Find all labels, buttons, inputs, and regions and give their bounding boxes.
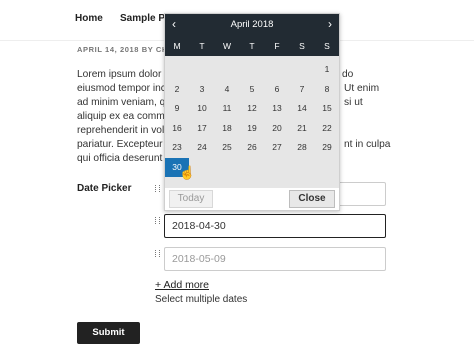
hand-cursor-icon: ☝ xyxy=(179,165,196,180)
close-button[interactable]: Close xyxy=(289,190,335,208)
calendar-day[interactable]: 23 xyxy=(165,138,189,157)
calendar-day[interactable]: 6 xyxy=(265,80,289,99)
paragraph-line: Lorem ipsum dolor xyxy=(77,69,162,80)
paragraph-line: nt in culpa xyxy=(344,139,391,150)
paragraph-line: do xyxy=(342,69,354,80)
calendar-day[interactable]: 29 xyxy=(315,138,339,157)
calendar-day[interactable]: 10 xyxy=(190,99,214,118)
calendar-day[interactable]: 15 xyxy=(315,99,339,118)
weekday-label: T xyxy=(249,41,255,51)
nav-sample-page-link[interactable]: Sample Pa xyxy=(120,13,171,24)
hint-text: Select multiple dates xyxy=(155,294,248,305)
calendar-day[interactable]: 20 xyxy=(265,119,289,138)
calendar-day[interactable]: 17 xyxy=(190,119,214,138)
calendar-day[interactable]: 12 xyxy=(240,99,264,118)
drag-handle-icon[interactable] xyxy=(155,185,160,195)
date-picker-label: Date Picker xyxy=(77,183,132,194)
weekday-header: M T W T F S S xyxy=(165,36,339,56)
weekday-label: S xyxy=(299,41,305,51)
drag-handle-icon[interactable] xyxy=(155,250,160,260)
calendar-day[interactable]: 2 xyxy=(165,80,189,99)
calendar-day[interactable]: 24 xyxy=(190,138,214,157)
post-meta: APRIL 14, 2018 BY CHI xyxy=(77,45,171,54)
weekday-label: T xyxy=(199,41,205,51)
calendar-day[interactable]: 14 xyxy=(290,99,314,118)
calendar-day[interactable]: 28 xyxy=(290,138,314,157)
paragraph-line: Ut enim xyxy=(344,83,380,94)
calendar-header: ‹ April 2018 › xyxy=(165,14,339,36)
calendar-day[interactable]: 16 xyxy=(165,119,189,138)
weekday-label: M xyxy=(173,41,181,51)
calendar-day[interactable]: 3 xyxy=(190,80,214,99)
calendar-day[interactable]: 9 xyxy=(165,99,189,118)
calendar-day[interactable]: 7 xyxy=(290,80,314,99)
paragraph-line: pariatur. Excepteur xyxy=(77,139,163,150)
drag-handle-icon[interactable] xyxy=(155,217,160,227)
calendar-day[interactable]: 5 xyxy=(240,80,264,99)
calendar-day[interactable]: 1 xyxy=(315,60,339,79)
paragraph-line: aliquip ex ea comme xyxy=(77,111,171,122)
nav-home-link[interactable]: Home xyxy=(75,13,103,24)
paragraph-line: si ut xyxy=(344,97,363,108)
add-more-link[interactable]: + Add more xyxy=(155,279,209,291)
calendar-day[interactable]: 22 xyxy=(315,119,339,138)
calendar-popup: ‹ April 2018 › M T W T F S S 1 2 3 4 5 6 7 8 9 10… xyxy=(164,13,340,211)
submit-button[interactable]: Submit xyxy=(77,322,140,344)
weekday-label: S xyxy=(324,41,330,51)
calendar-footer: Today Close xyxy=(165,188,339,210)
date-field-2[interactable]: 2018-04-30 xyxy=(164,214,386,238)
weekday-label: F xyxy=(274,41,280,51)
calendar-day[interactable]: 26 xyxy=(240,138,264,157)
calendar-day[interactable]: 19 xyxy=(240,119,264,138)
paragraph-line: qui officia deserunt xyxy=(77,153,163,164)
calendar-day[interactable]: 21 xyxy=(290,119,314,138)
date-field-3[interactable]: 2018-05-09 xyxy=(164,247,386,271)
calendar-day[interactable]: 4 xyxy=(215,80,239,99)
calendar-day[interactable]: 25 xyxy=(215,138,239,157)
calendar-day[interactable]: 13 xyxy=(265,99,289,118)
calendar-day[interactable]: 27 xyxy=(265,138,289,157)
weekday-label: W xyxy=(222,41,232,51)
calendar-month-title: April 2018 xyxy=(230,19,274,30)
paragraph-line: eiusmod tempor inc xyxy=(77,83,166,94)
calendar-day[interactable]: 8 xyxy=(315,80,339,99)
paragraph-line: ad minim veniam, qu xyxy=(77,97,171,108)
calendar-day[interactable]: 11 xyxy=(215,99,239,118)
paragraph-line: reprehenderit in volu xyxy=(77,125,170,136)
next-month-icon[interactable]: › xyxy=(328,17,332,31)
today-button[interactable]: Today xyxy=(169,190,213,208)
calendar-day[interactable]: 18 xyxy=(215,119,239,138)
